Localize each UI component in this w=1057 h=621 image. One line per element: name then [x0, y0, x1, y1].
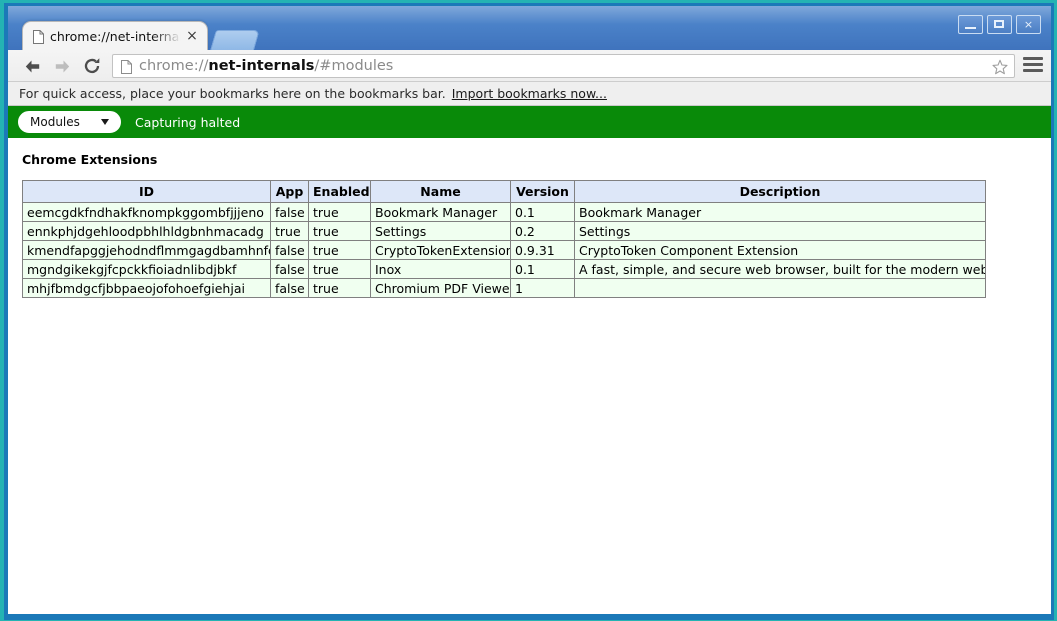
table-row: ennkphjdgehloodpbhlhldgbnhmacadg true tr…: [22, 221, 986, 241]
forward-arrow-icon: [55, 60, 69, 72]
cell-id: mgndgikekgjfcpckkfioiadnlibdjbkf: [22, 259, 271, 279]
back-button[interactable]: [20, 54, 44, 78]
table-row: mhjfbmdgcfjbbpaeojofohoefgiehjai false t…: [22, 278, 986, 298]
table-header-row: ID App Enabled Name Version Description: [22, 180, 986, 203]
back-arrow-icon: [25, 60, 39, 72]
cell-version: 0.9.31: [510, 240, 575, 260]
menu-icon-line: [1023, 69, 1043, 72]
cell-id: ennkphjdgehloodpbhlhldgbnhmacadg: [22, 221, 271, 241]
cell-enabled: true: [308, 221, 371, 241]
url-host: net-internals: [208, 58, 315, 74]
forward-button[interactable]: [50, 54, 74, 78]
cell-version: 0.2: [510, 221, 575, 241]
cell-name: Inox: [370, 259, 511, 279]
capture-status-text: Capturing halted: [135, 114, 241, 130]
tab-close-icon[interactable]: ×: [185, 28, 199, 44]
extensions-table: ID App Enabled Name Version Description …: [22, 180, 986, 298]
reload-button[interactable]: [80, 54, 104, 78]
window-frame: × chrome://net-internals × chrome://net-…: [0, 0, 1057, 621]
cell-version: 0.1: [510, 202, 575, 222]
bookmarks-bar-message: For quick access, place your bookmarks h…: [19, 86, 446, 101]
cell-version: 1: [510, 278, 575, 298]
cell-enabled: true: [308, 240, 371, 260]
column-header-version[interactable]: Version: [510, 180, 575, 203]
cell-id: mhjfbmdgcfjbbpaeojofohoefgiehjai: [22, 278, 271, 298]
cell-description: A fast, simple, and secure web browser, …: [574, 259, 986, 279]
tab-title: chrome://net-internals: [50, 29, 181, 44]
url-path: /#modules: [314, 58, 394, 74]
cell-name: Settings: [370, 221, 511, 241]
chrome-menu-button[interactable]: [1023, 57, 1043, 75]
page-icon: [33, 29, 44, 44]
table-row: mgndgikekgjfcpckkfioiadnlibdjbkf false t…: [22, 259, 986, 279]
import-bookmarks-link[interactable]: Import bookmarks now...: [452, 86, 607, 101]
star-icon[interactable]: [992, 59, 1008, 75]
address-bar[interactable]: chrome://net-internals/#modules: [112, 54, 1015, 78]
table-row: eemcgdkfndhakfknompkggombfjjjeno false t…: [22, 202, 986, 222]
address-bar-url: chrome://net-internals/#modules: [139, 55, 980, 77]
cell-app: true: [270, 221, 309, 241]
column-header-id[interactable]: ID: [22, 180, 271, 203]
cell-description: [574, 278, 986, 298]
new-tab-button[interactable]: [210, 30, 260, 50]
tab-strip: chrome://net-internals ×: [8, 6, 1051, 50]
cell-description: Settings: [574, 221, 986, 241]
cell-app: false: [270, 240, 309, 260]
cell-id: eemcgdkfndhakfknompkggombfjjjeno: [22, 202, 271, 222]
cell-id: kmendfapggjehodndflmmgagdbamhnfd: [22, 240, 271, 260]
module-select-value: Modules: [30, 115, 80, 129]
cell-name: Bookmark Manager: [370, 202, 511, 222]
extensions-section: Chrome Extensions ID App Enabled Name Ve…: [8, 138, 1051, 298]
bookmarks-bar: For quick access, place your bookmarks h…: [8, 82, 1051, 106]
page-content: Modules Capturing halted Chrome Extensio…: [8, 106, 1051, 614]
browser-toolbar: chrome://net-internals/#modules: [8, 50, 1051, 82]
cell-name: CryptoTokenExtension: [370, 240, 511, 260]
cell-app: false: [270, 202, 309, 222]
cell-version: 0.1: [510, 259, 575, 279]
cell-enabled: true: [308, 259, 371, 279]
reload-icon: [84, 58, 100, 74]
column-header-description[interactable]: Description: [574, 180, 986, 203]
chevron-down-icon: [101, 119, 109, 125]
page-title: Chrome Extensions: [22, 152, 158, 167]
cell-enabled: true: [308, 202, 371, 222]
page-icon: [121, 59, 132, 74]
table-row: kmendfapggjehodndflmmgagdbamhnfd false t…: [22, 240, 986, 260]
extensions-table-body: eemcgdkfndhakfknompkggombfjjjeno false t…: [22, 202, 986, 298]
cell-description: Bookmark Manager: [574, 202, 986, 222]
module-select[interactable]: Modules: [18, 111, 121, 133]
cell-enabled: true: [308, 278, 371, 298]
cell-app: false: [270, 259, 309, 279]
column-header-app[interactable]: App: [270, 180, 309, 203]
net-internals-toolbar: Modules Capturing halted: [8, 106, 1051, 138]
column-header-name[interactable]: Name: [370, 180, 511, 203]
url-scheme: chrome://: [139, 58, 209, 74]
column-header-enabled[interactable]: Enabled: [308, 180, 371, 203]
menu-icon-line: [1023, 63, 1043, 66]
cell-name: Chromium PDF Viewer: [370, 278, 511, 298]
cell-description: CryptoToken Component Extension: [574, 240, 986, 260]
menu-icon-line: [1023, 57, 1043, 60]
tab-net-internals[interactable]: chrome://net-internals ×: [22, 21, 208, 50]
cell-app: false: [270, 278, 309, 298]
